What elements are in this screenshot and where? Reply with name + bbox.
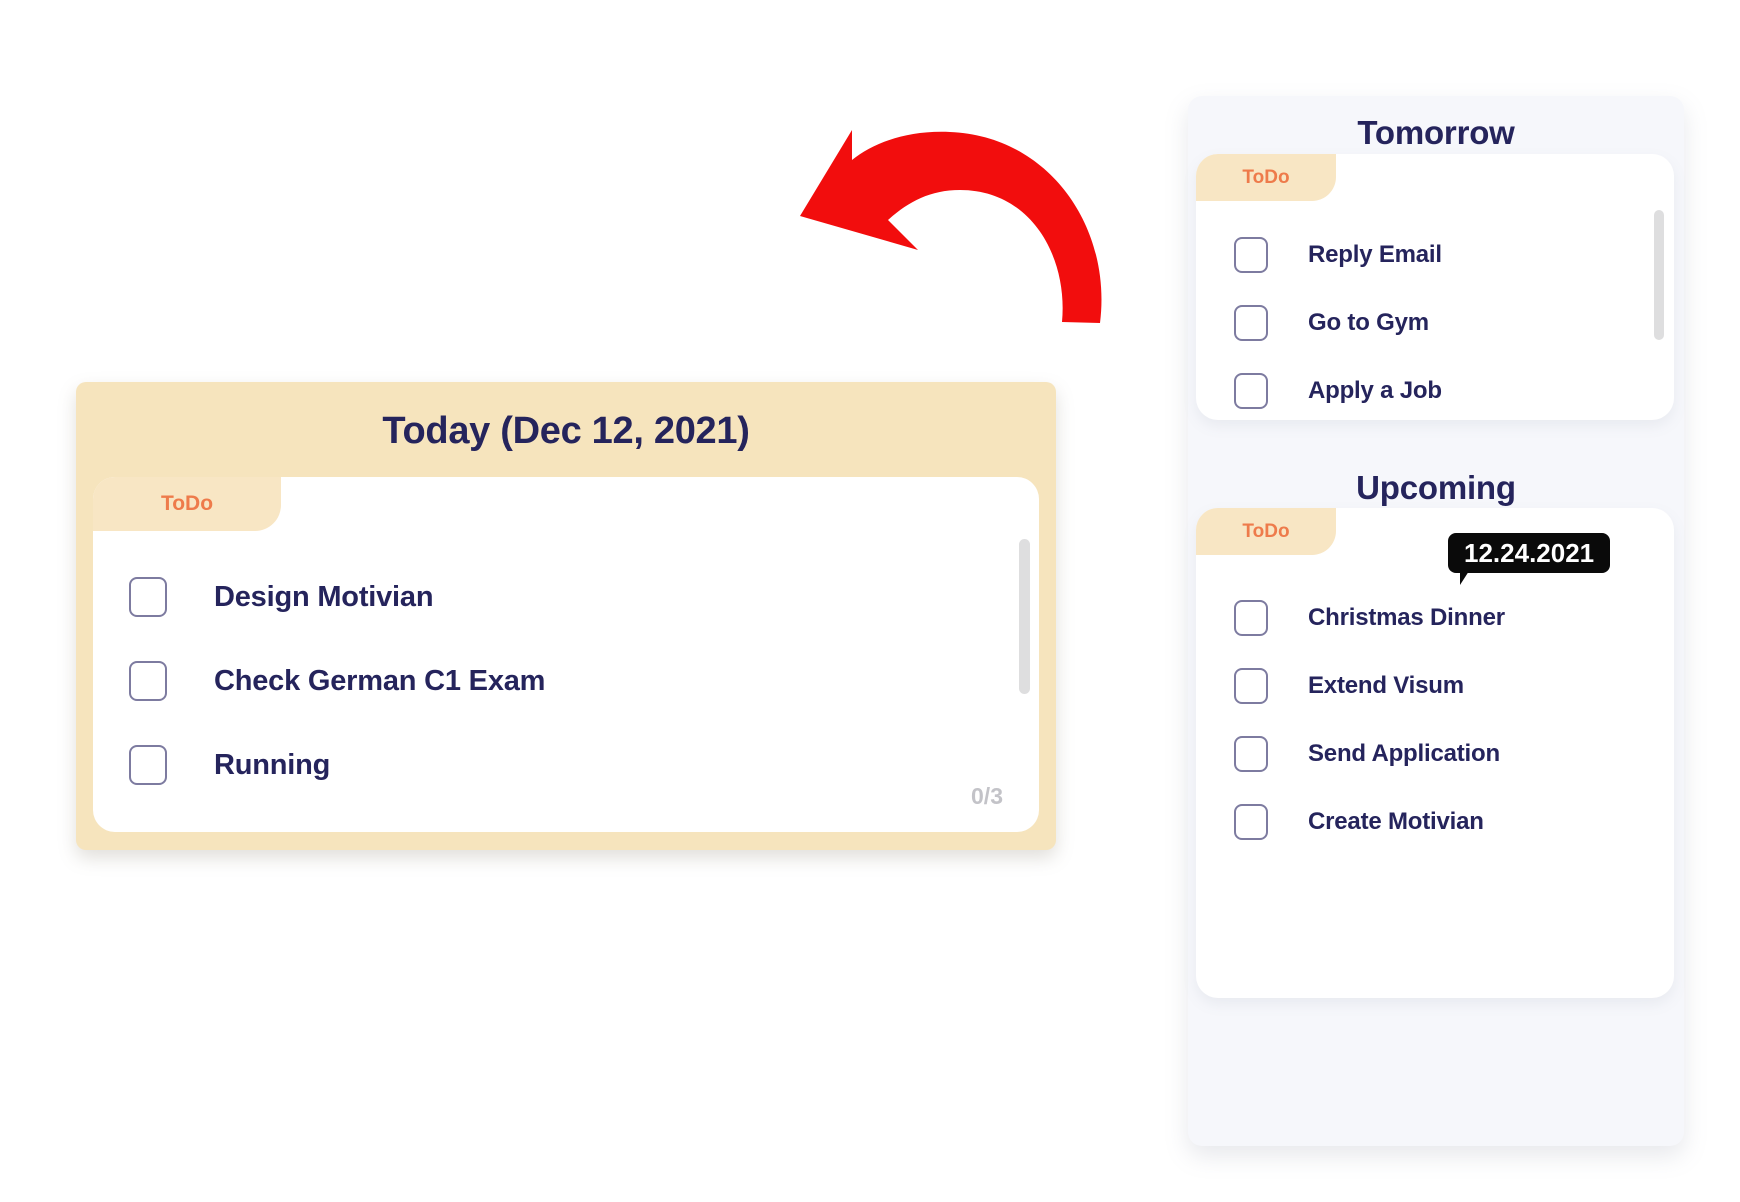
task-label: Send Application — [1308, 740, 1500, 767]
today-card: Today (Dec 12, 2021) ToDo Design Motivia… — [76, 382, 1056, 850]
task-row[interactable]: Create Motivian — [1234, 788, 1644, 856]
upcoming-todo-tab[interactable]: ToDo — [1196, 508, 1336, 555]
checkbox-unchecked-icon[interactable] — [1234, 305, 1268, 341]
task-label: Christmas Dinner — [1308, 604, 1505, 631]
checkbox-unchecked-icon[interactable] — [129, 661, 167, 701]
task-label: Check German C1 Exam — [214, 664, 546, 697]
checkbox-unchecked-icon[interactable] — [1234, 736, 1268, 772]
today-todo-tab[interactable]: ToDo — [93, 477, 281, 531]
curved-arrow-icon — [800, 130, 1102, 323]
tomorrow-task-list: Reply Email Go to Gym Apply a Job — [1234, 221, 1644, 425]
today-scrollbar-thumb[interactable] — [1019, 539, 1030, 694]
tomorrow-todo-tab-label: ToDo — [1242, 166, 1290, 188]
task-row[interactable]: Running — [129, 723, 999, 807]
checkbox-unchecked-icon[interactable] — [129, 745, 167, 785]
upcoming-task-list: Christmas Dinner Extend Visum Send Appli… — [1234, 584, 1644, 856]
task-row[interactable]: Extend Visum — [1234, 652, 1644, 720]
task-label: Running — [214, 748, 331, 781]
today-card-body: ToDo Design Motivian Check German C1 Exa… — [93, 477, 1039, 832]
checkbox-unchecked-icon[interactable] — [1234, 373, 1268, 409]
today-task-list: Design Motivian Check German C1 Exam Run… — [129, 555, 999, 807]
task-label: Reply Email — [1308, 241, 1442, 268]
upcoming-card: ToDo Christmas Dinner Extend Visum Send … — [1196, 508, 1674, 998]
tomorrow-todo-tab[interactable]: ToDo — [1196, 154, 1336, 201]
tomorrow-scrollbar-thumb[interactable] — [1654, 210, 1664, 340]
today-progress-counter: 0/3 — [971, 783, 1003, 809]
upcoming-date-badge[interactable]: 12.24.2021 — [1448, 533, 1611, 585]
checkbox-unchecked-icon[interactable] — [1234, 804, 1268, 840]
task-row[interactable]: Christmas Dinner — [1234, 584, 1644, 652]
task-label: Extend Visum — [1308, 672, 1464, 699]
task-label: Apply a Job — [1308, 377, 1442, 404]
checkbox-unchecked-icon[interactable] — [1234, 668, 1268, 704]
checkbox-unchecked-icon[interactable] — [1234, 600, 1268, 636]
task-row[interactable]: Send Application — [1234, 720, 1644, 788]
upcoming-date-badge-label: 12.24.2021 — [1464, 537, 1595, 568]
task-label: Create Motivian — [1308, 808, 1484, 835]
task-row[interactable]: Reply Email — [1234, 221, 1644, 289]
task-row[interactable]: Check German C1 Exam — [129, 639, 999, 723]
checkbox-unchecked-icon[interactable] — [1234, 237, 1268, 273]
task-label: Design Motivian — [214, 580, 434, 613]
side-panel: Tomorrow ToDo Reply Email Go to Gym Appl… — [1188, 96, 1684, 1146]
task-row[interactable]: Apply a Job — [1234, 357, 1644, 425]
upcoming-heading: Upcoming — [1356, 469, 1516, 506]
tomorrow-card: ToDo Reply Email Go to Gym Apply a Job — [1196, 154, 1674, 420]
upcoming-todo-tab-label: ToDo — [1242, 520, 1290, 542]
task-row[interactable]: Design Motivian — [129, 555, 999, 639]
task-row[interactable]: Go to Gym — [1234, 289, 1644, 357]
today-card-title: Today (Dec 12, 2021) — [382, 410, 750, 452]
today-todo-tab-label: ToDo — [160, 492, 214, 515]
tooltip-tail-icon — [1460, 571, 1478, 585]
tomorrow-heading: Tomorrow — [1357, 114, 1515, 151]
task-label: Go to Gym — [1308, 309, 1429, 336]
checkbox-unchecked-icon[interactable] — [129, 577, 167, 617]
